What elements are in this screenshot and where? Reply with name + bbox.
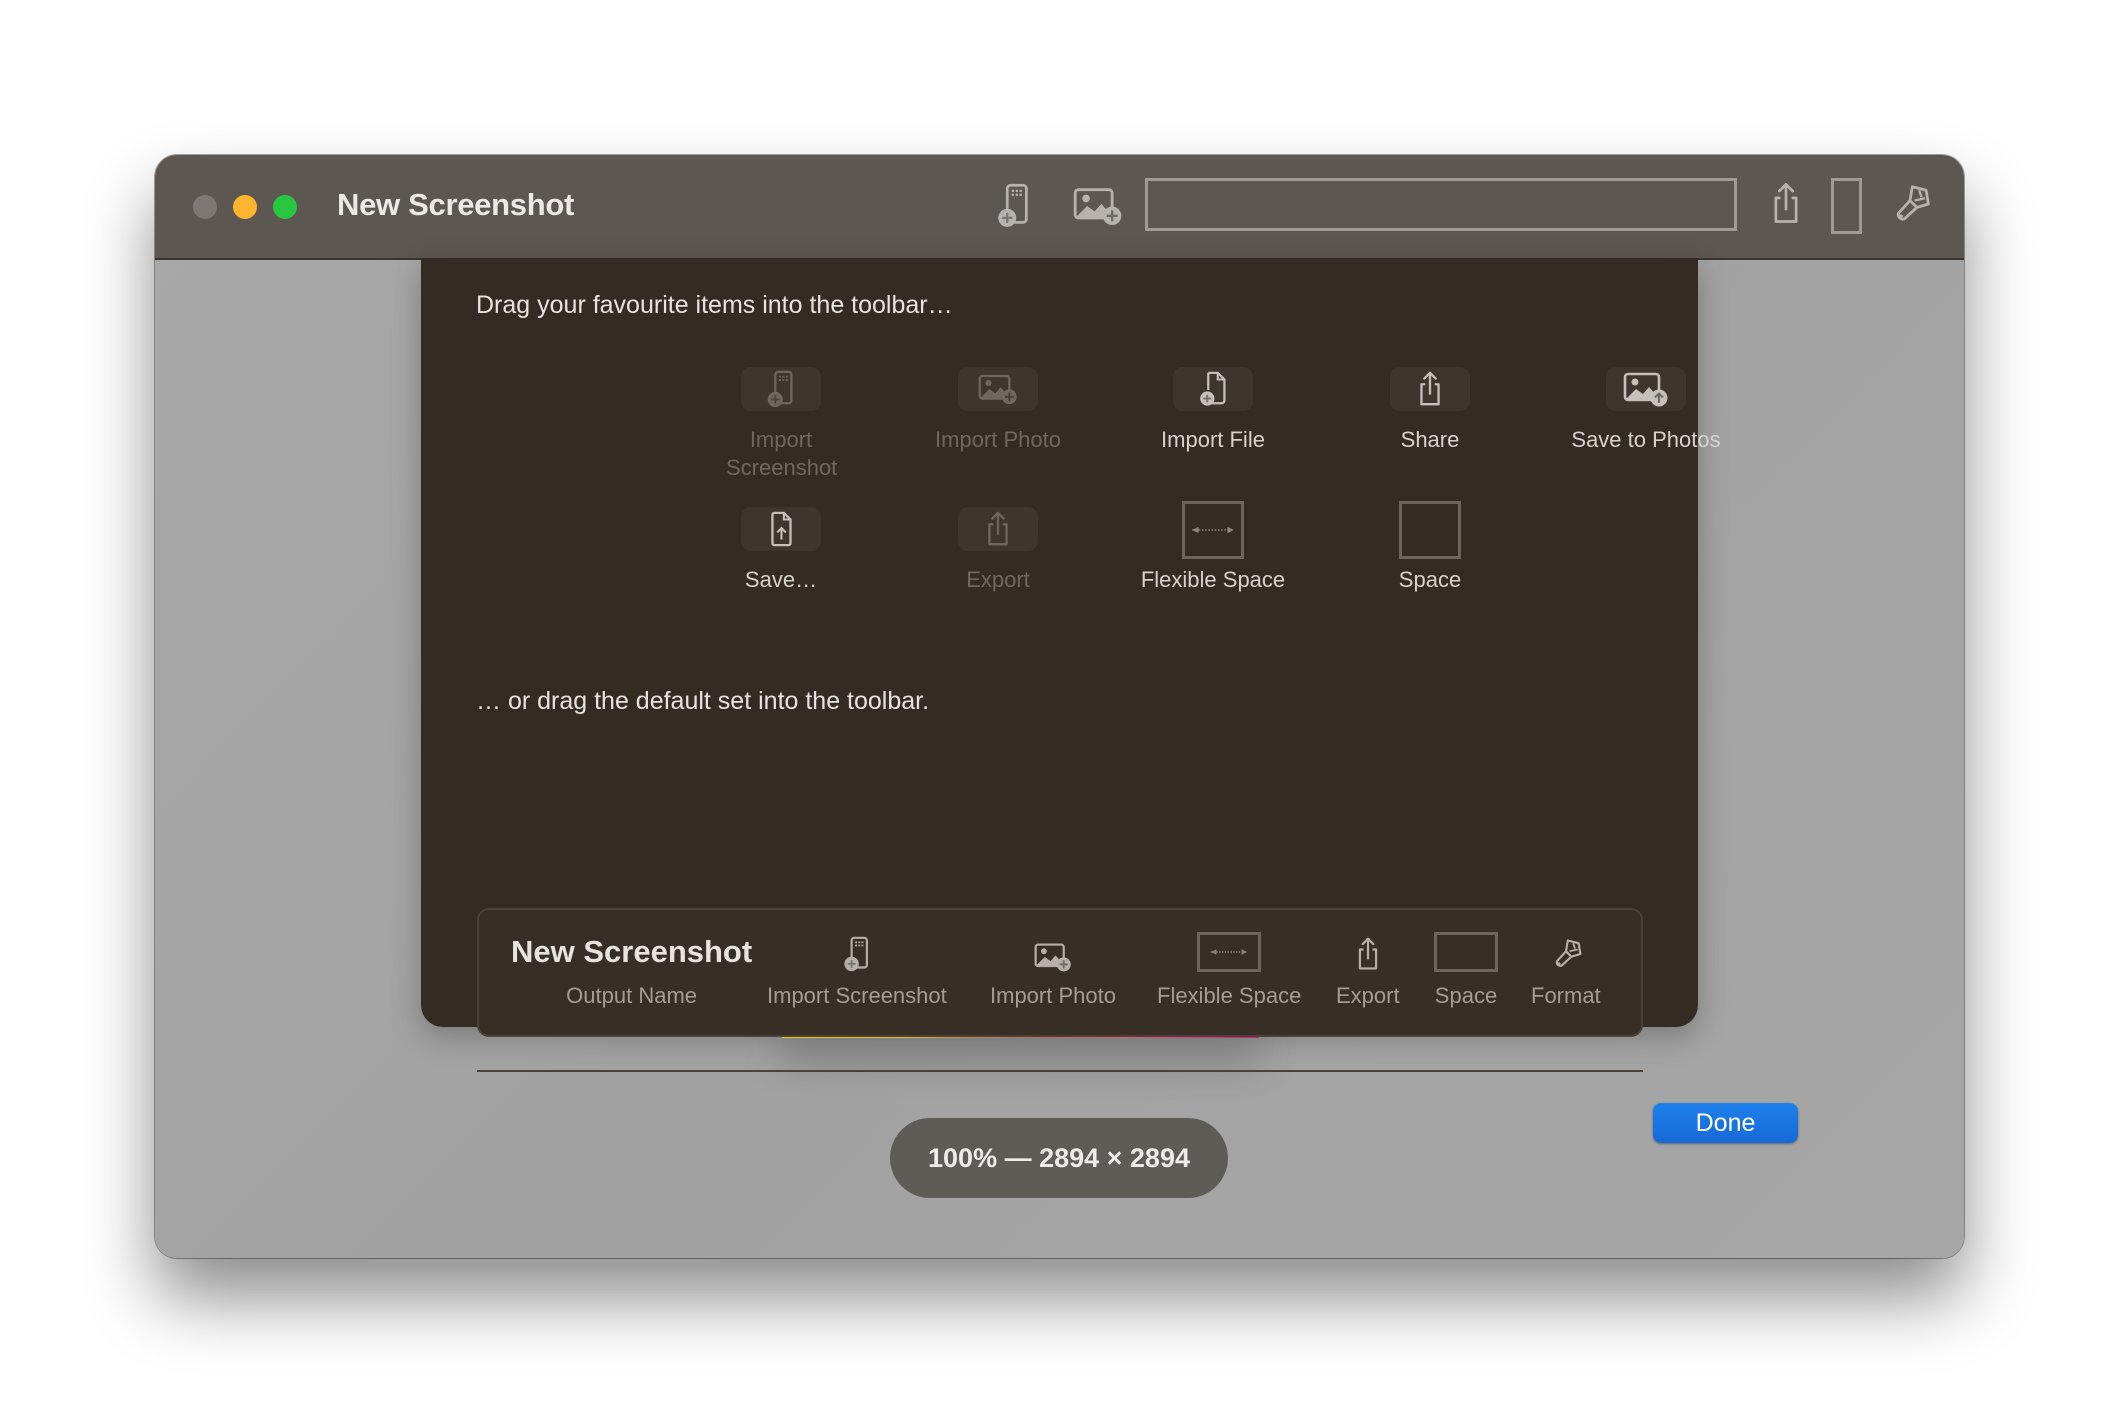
palette-item-label: Import Photo — [935, 427, 1061, 452]
palette-item-label: Share — [1400, 427, 1460, 452]
default-item-export: Export — [1336, 932, 1400, 1009]
output-name-field[interactable] — [1145, 178, 1737, 231]
default-item-import-screenshot: Import Screenshot — [767, 932, 947, 1009]
toolbar-space — [1831, 178, 1862, 234]
document-upload-icon — [766, 510, 796, 548]
palette-item-label: Space — [1398, 567, 1462, 592]
palette-item-label: Flexible Space — [1140, 567, 1286, 592]
default-item-format: Format — [1531, 932, 1601, 1009]
titlebar: New Screenshot — [155, 155, 1964, 260]
minimize-button[interactable] — [233, 195, 257, 219]
palette-item-import-file[interactable]: Import File — [1103, 367, 1323, 454]
toolbar-import-screenshot-button[interactable] — [997, 183, 1031, 233]
palette-item-label: Export — [966, 567, 1030, 592]
share-icon — [983, 510, 1013, 548]
palette-item-save[interactable]: Save… — [671, 507, 891, 594]
share-icon — [1415, 370, 1445, 408]
done-button[interactable]: Done — [1653, 1103, 1798, 1143]
palette-item-save-to-photos[interactable]: Save to Photos — [1536, 367, 1756, 454]
default-item-label: Space — [1434, 983, 1498, 1008]
flexible-space-box — [1182, 501, 1244, 559]
default-item-flexible-space: Flexible Space — [1157, 932, 1301, 1009]
toolbar-export-button[interactable] — [1769, 181, 1803, 231]
share-icon — [1769, 181, 1803, 226]
palette-item-label: Import File — [1161, 427, 1265, 452]
double-arrow-icon — [1204, 945, 1254, 959]
default-item-label: Import Photo — [990, 983, 1116, 1008]
photo-plus-icon — [1034, 942, 1072, 972]
divider — [477, 1070, 1643, 1072]
toolbar-format-button[interactable] — [1887, 181, 1933, 232]
palette-item-flexible-space[interactable]: Flexible Space — [1103, 501, 1323, 594]
flexible-space-box — [1197, 932, 1262, 972]
double-arrow-icon — [1188, 522, 1238, 538]
photo-upload-icon — [1623, 371, 1669, 407]
phone-plus-icon — [997, 183, 1031, 228]
palette-item-share[interactable]: Share — [1320, 367, 1540, 454]
default-item-space: Space — [1434, 932, 1498, 1009]
space-box — [1399, 501, 1461, 559]
paintbrush-icon — [1887, 181, 1933, 227]
default-item-label: Export — [1336, 983, 1400, 1008]
default-item-label: Import Screenshot — [767, 983, 947, 1008]
paintbrush-icon — [1548, 936, 1584, 972]
window-title: New Screenshot — [337, 187, 574, 222]
palette-item-label: Save to Photos — [1571, 427, 1721, 452]
default-toolbar-set[interactable]: New Screenshot Output Name Import Screen… — [477, 908, 1643, 1037]
palette-item-space[interactable]: Space — [1320, 501, 1540, 594]
palette-item-label: Import Screenshot — [726, 427, 838, 480]
default-item-label: Output Name — [566, 983, 698, 1008]
phone-plus-icon — [843, 936, 871, 972]
maximize-button[interactable] — [273, 195, 297, 219]
default-set-heading: … or drag the default set into the toolb… — [476, 687, 930, 715]
default-item-output-name: New Screenshot Output Name — [511, 932, 752, 1009]
palette-item-import-photo[interactable]: Import Photo — [888, 367, 1108, 454]
close-button[interactable] — [193, 195, 217, 219]
default-set-title: New Screenshot — [511, 934, 753, 969]
photo-plus-icon — [978, 373, 1018, 405]
palette-item-import-screenshot[interactable]: Import Screenshot — [671, 367, 891, 482]
toolbar-import-photo-button[interactable] — [1073, 186, 1123, 231]
items-heading: Drag your favourite items into the toolb… — [476, 291, 953, 319]
app-window: New Screenshot 100% — 2894 × 2894 Drag y… — [155, 155, 1964, 1258]
palette-item-label: Save… — [744, 567, 818, 592]
default-item-label: Format — [1531, 983, 1601, 1008]
photo-plus-icon — [1073, 186, 1123, 226]
default-item-import-photo: Import Photo — [990, 932, 1116, 1009]
phone-plus-icon — [766, 370, 796, 408]
zoom-status-pill: 100% — 2894 × 2894 — [890, 1118, 1228, 1198]
palette-item-export[interactable]: Export — [888, 507, 1108, 594]
share-icon — [1354, 936, 1382, 972]
document-plus-icon — [1198, 370, 1228, 408]
default-item-label: Flexible Space — [1157, 983, 1302, 1008]
customize-toolbar-sheet: Drag your favourite items into the toolb… — [421, 258, 1798, 1143]
space-box — [1434, 932, 1498, 972]
